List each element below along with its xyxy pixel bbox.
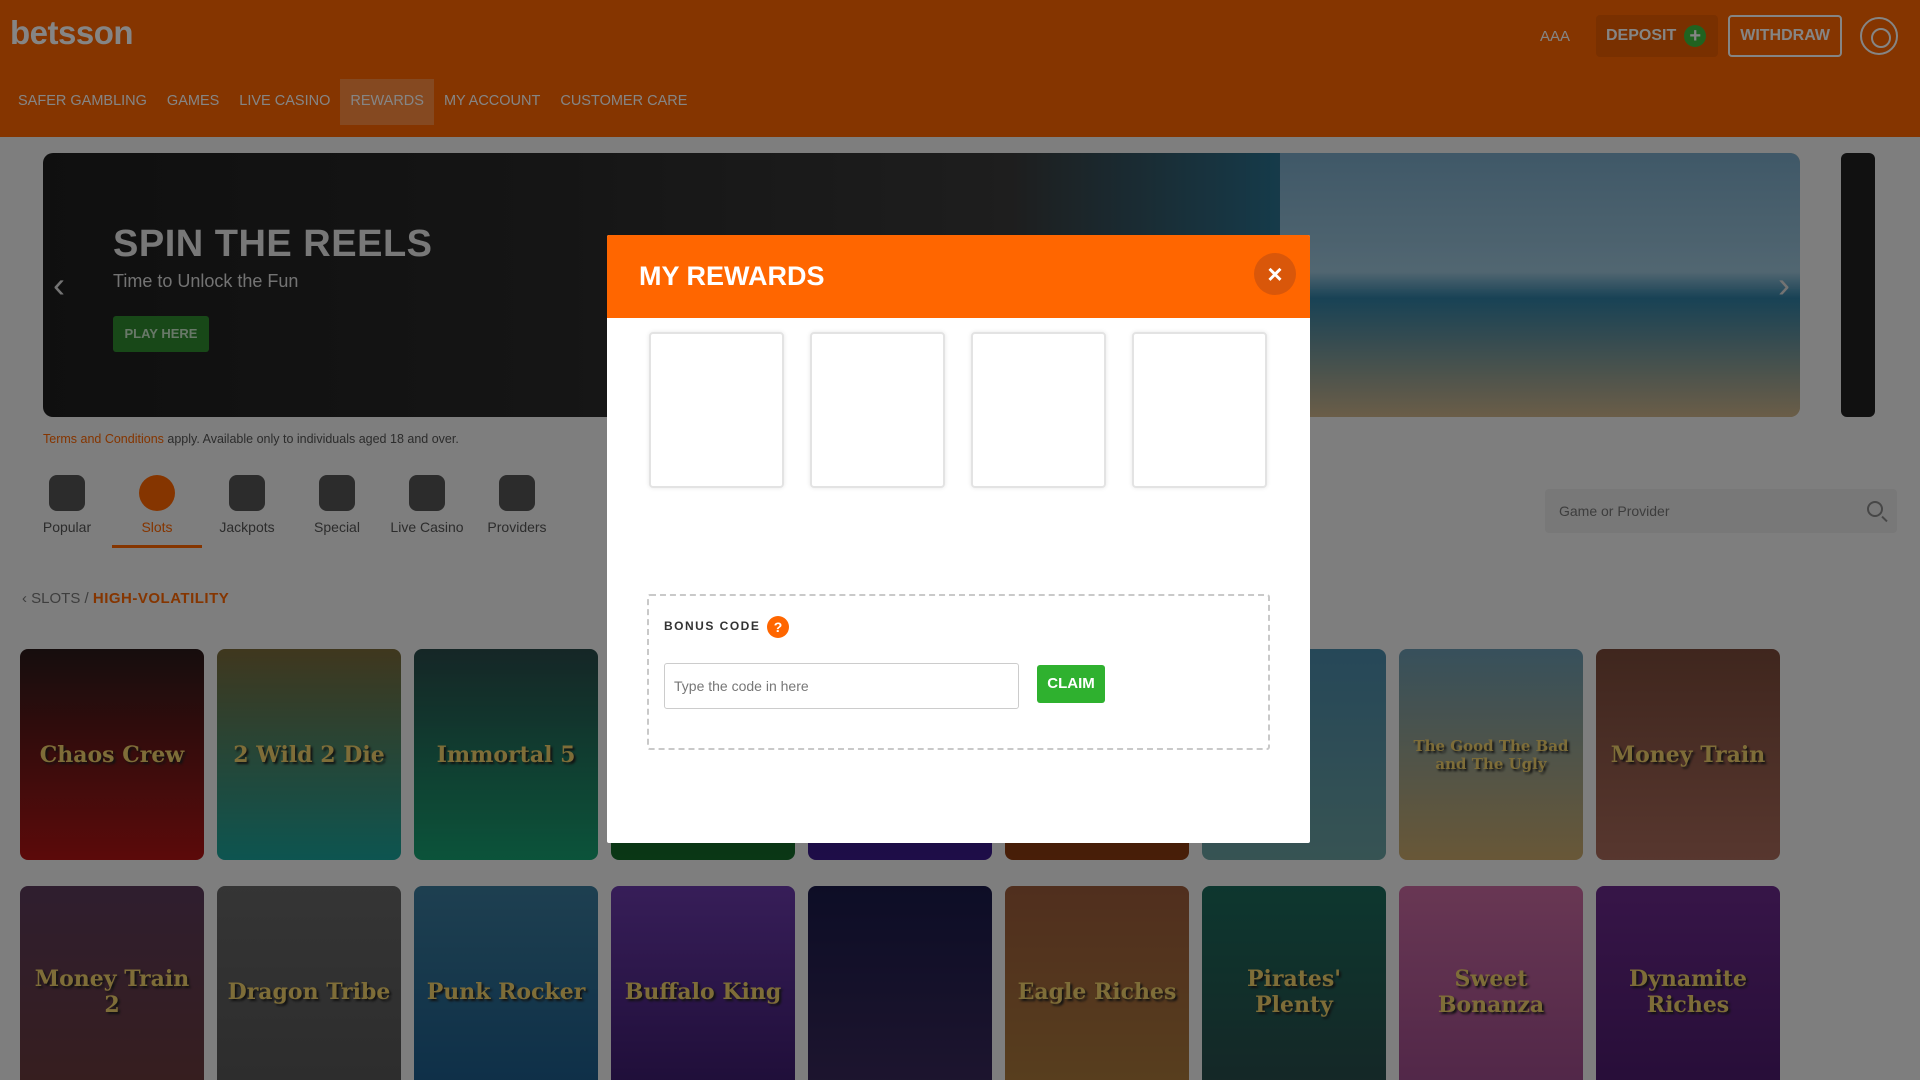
rewards-modal: MY REWARDS × BONUS CODE ? CLAIM [607,235,1310,843]
reward-slot[interactable] [810,332,945,488]
close-icon[interactable]: × [1254,253,1296,295]
bonus-code-section: BONUS CODE ? CLAIM [647,594,1270,750]
modal-title: MY REWARDS [639,261,825,291]
modal-header: MY REWARDS × [607,235,1310,318]
reward-slot[interactable] [971,332,1106,488]
help-icon[interactable]: ? [767,616,789,638]
bonus-code-label: BONUS CODE [664,619,761,633]
reward-slot[interactable] [649,332,784,488]
claim-button[interactable]: CLAIM [1037,665,1105,703]
bonus-code-input[interactable] [664,663,1019,709]
reward-slot[interactable] [1132,332,1267,488]
reward-slots [649,332,1267,488]
